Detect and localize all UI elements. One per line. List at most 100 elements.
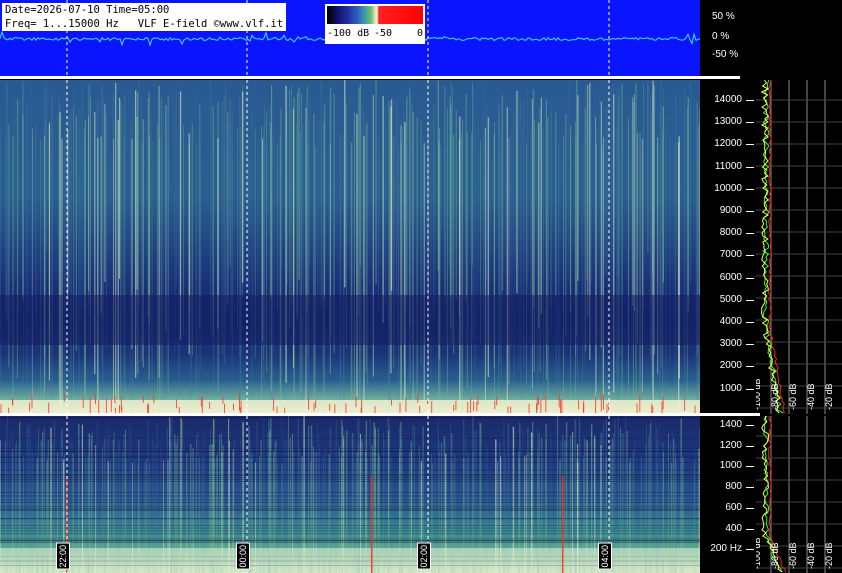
frequency-tick: 13000 xyxy=(714,116,742,128)
sferic-streak xyxy=(290,85,292,307)
frequency-tick: 12000 xyxy=(714,138,742,150)
sferic-streak xyxy=(449,98,451,301)
harmonic-line xyxy=(0,542,700,543)
frequency-tick-mark xyxy=(746,445,754,447)
sferic-streak xyxy=(350,143,352,313)
harmonic-line xyxy=(0,540,700,542)
level-axis-label: -60 dB xyxy=(788,542,798,569)
frequency-axis-low: 1400 1200 1000 800 600 400 200 Hz xyxy=(700,416,756,573)
red-spike xyxy=(560,399,561,414)
sferic-streak xyxy=(115,83,117,401)
harmonic-line xyxy=(0,437,700,439)
red-spike xyxy=(391,398,392,406)
sferic-streak xyxy=(665,114,667,414)
red-spike xyxy=(453,404,455,412)
sferic-streak xyxy=(635,83,637,394)
sferic-streak xyxy=(498,102,500,414)
sferic-streak xyxy=(605,106,607,277)
red-spike xyxy=(82,397,84,408)
frequency-tick-mark xyxy=(746,344,754,346)
sferic-streak xyxy=(590,114,592,283)
sferic-streak xyxy=(363,117,365,402)
frequency-tick: 1200 xyxy=(719,439,742,451)
frequency-tick-mark xyxy=(746,144,754,146)
red-spike xyxy=(98,400,100,414)
sferic-streak xyxy=(595,116,596,414)
frequency-tick: 2000 xyxy=(719,360,742,372)
sferic-streak xyxy=(32,128,33,406)
red-spike xyxy=(209,402,211,409)
red-spike xyxy=(95,394,96,405)
sferic-streak xyxy=(690,81,691,283)
red-spike xyxy=(201,397,203,414)
frequency-tick: 6000 xyxy=(719,271,742,283)
red-spike xyxy=(239,394,240,411)
sferic-streak xyxy=(536,119,538,414)
sferic-streak xyxy=(78,109,80,395)
harmonic-line xyxy=(0,447,700,449)
red-spike xyxy=(355,396,357,408)
sferic-streak xyxy=(309,85,310,265)
frequency-tick: 7000 xyxy=(719,249,742,261)
sferic-streak xyxy=(88,116,89,291)
sferic-streak xyxy=(43,139,45,414)
sferic-streak xyxy=(677,135,678,414)
harmonic-line xyxy=(0,475,700,476)
sferic-streak xyxy=(433,104,435,317)
level-plot-main: -100 dB -80 dB -60 dB -40 dB -20 dB xyxy=(756,80,842,414)
frequency-tick: 9000 xyxy=(719,205,742,216)
level-axis-label: -40 dB xyxy=(806,383,816,410)
sferic-streak xyxy=(400,125,402,403)
sferic-streak xyxy=(120,100,122,390)
harmonic-line xyxy=(0,455,700,457)
frequency-tick: 1000 xyxy=(719,460,742,472)
sferic-streak xyxy=(14,95,16,284)
sferic-streak xyxy=(298,87,300,280)
sferic-streak xyxy=(300,93,302,394)
red-spike xyxy=(476,401,478,412)
sferic-streak xyxy=(587,85,589,317)
red-spike xyxy=(29,402,31,412)
harmonic-line xyxy=(0,527,700,529)
frequency-tick-mark xyxy=(746,322,754,323)
sferic-streak xyxy=(475,129,477,414)
sferic-streak xyxy=(577,110,579,414)
sferic-streak xyxy=(232,110,234,305)
frequency-tick: 14000 xyxy=(714,94,742,105)
sferic-streak xyxy=(227,112,229,304)
sferic-streak xyxy=(344,80,346,288)
waveform-scale-bottom: -50 % xyxy=(712,49,739,60)
sferic-streak xyxy=(550,111,552,308)
sferic-streak xyxy=(547,117,549,414)
frequency-tick: 8000 xyxy=(719,227,742,239)
level-plot-low: -100 dB -80 dB -60 dB -40 dB -20 dB xyxy=(756,416,842,573)
color-scale-bar: -100 dB -50 0 xyxy=(325,4,425,44)
frequency-tick-mark xyxy=(746,277,754,279)
sferic-streak xyxy=(299,132,301,396)
sferic-streak xyxy=(319,114,320,311)
frequency-tick-mark xyxy=(746,299,754,301)
sferic-streak xyxy=(165,133,168,400)
sferic-streak xyxy=(461,132,462,414)
red-spike xyxy=(455,400,457,411)
red-spike xyxy=(110,398,112,412)
harmonic-line xyxy=(0,474,700,475)
red-spike xyxy=(558,394,560,408)
frequency-tick: 1000 xyxy=(719,382,742,394)
sferic-streak xyxy=(599,89,601,391)
absorption-band xyxy=(0,295,700,345)
frequency-tick-mark xyxy=(746,507,754,509)
sferic-streak xyxy=(129,121,131,414)
frequency-tick-mark xyxy=(746,233,754,235)
harmonic-line xyxy=(0,492,700,493)
sferic-streak xyxy=(423,143,425,414)
frequency-tick: 600 xyxy=(725,501,742,513)
red-spike xyxy=(494,400,496,410)
sferic-streak xyxy=(643,84,644,311)
sferic-streak xyxy=(632,97,634,306)
sferic-streak xyxy=(687,97,690,313)
sferic-streak xyxy=(486,104,487,281)
sferic-streak xyxy=(26,103,28,405)
sferic-streak xyxy=(68,117,70,291)
frequency-tick-mark xyxy=(746,549,754,551)
